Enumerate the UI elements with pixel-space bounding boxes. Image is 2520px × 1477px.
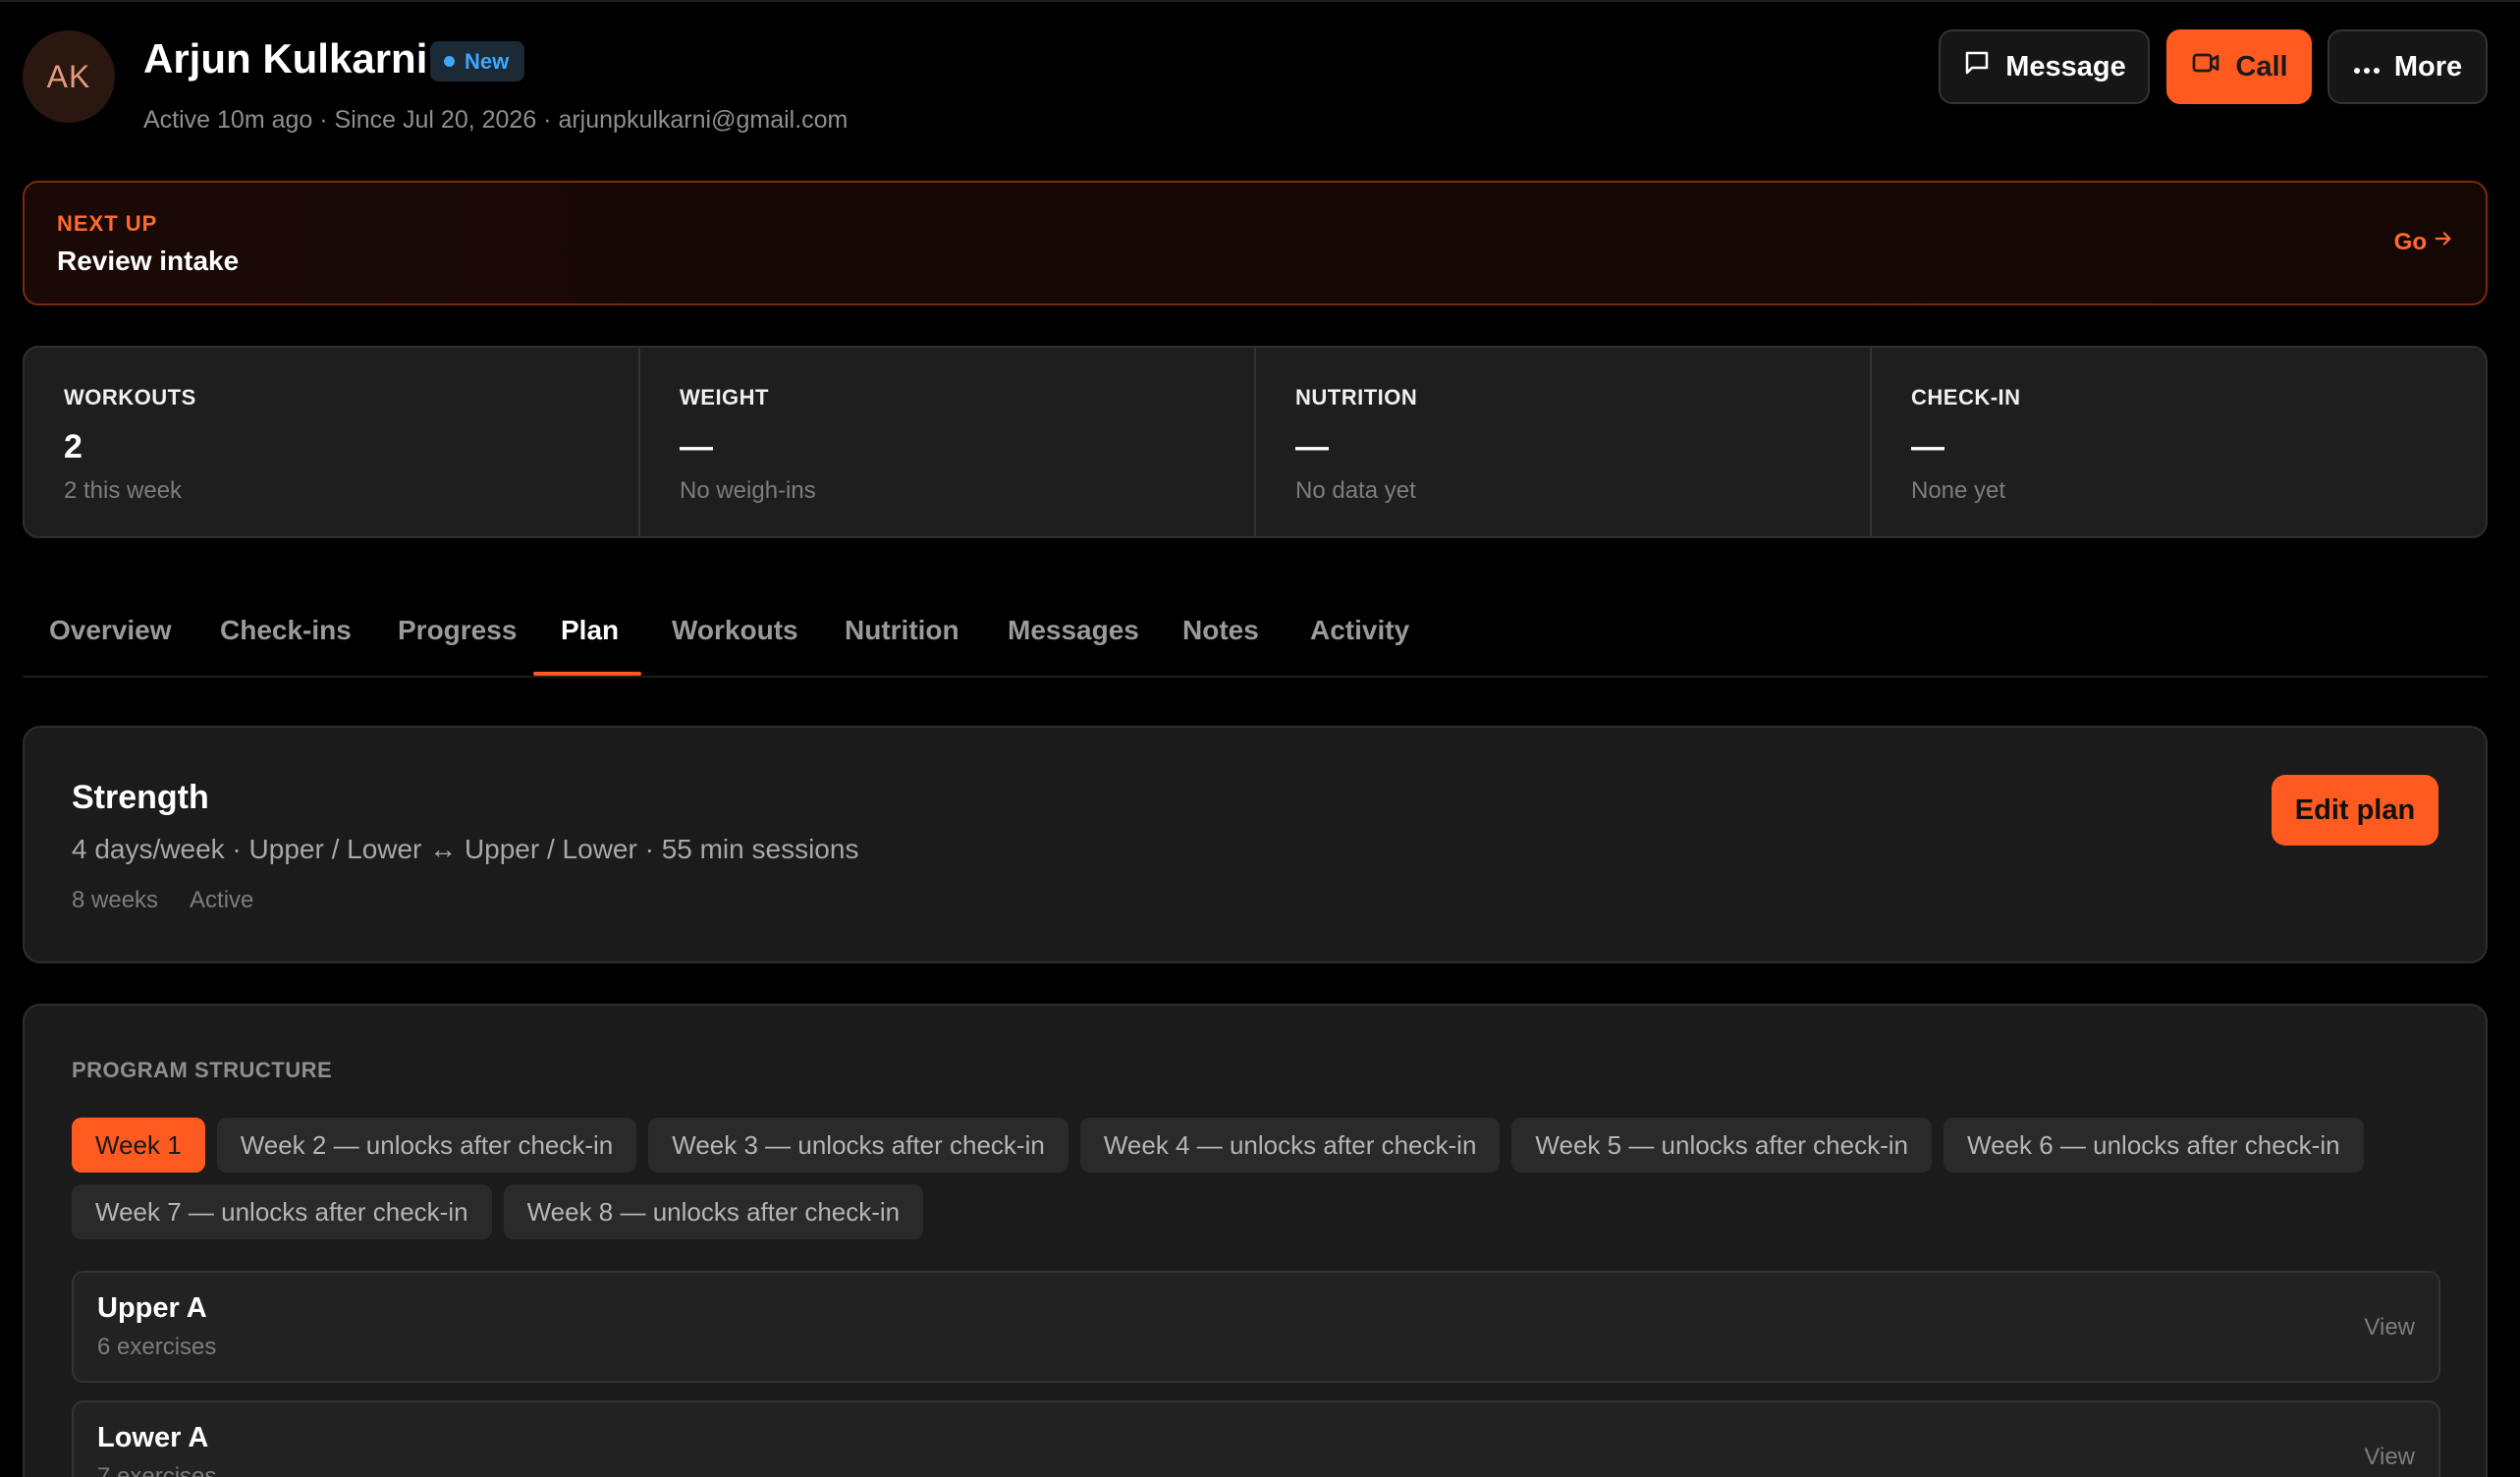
- tab-bar: Overview Check-ins Progress Plan Workout…: [23, 589, 2488, 678]
- active-tab-indicator: [533, 672, 641, 676]
- plan-duration: 8 weeks: [72, 887, 159, 913]
- stat-label: WEIGHT: [680, 385, 769, 410]
- call-button-label: Call: [2235, 50, 2288, 82]
- edit-plan-button[interactable]: Edit plan: [2272, 775, 2438, 846]
- avatar: AK: [23, 30, 115, 123]
- week-chip-4[interactable]: Week 4 — unlocks after check-in: [1079, 1118, 1501, 1173]
- stats-panel: WORKOUTS 2 2 this week WEIGHT — No weigh…: [23, 346, 2488, 538]
- session-name: Lower A: [97, 1422, 209, 1453]
- week-chips: Week 1 Week 2 — unlocks after check-in W…: [72, 1118, 2429, 1239]
- stat-sub: 2 this week: [64, 477, 183, 504]
- message-button[interactable]: Message: [1939, 29, 2150, 104]
- top-border: [0, 0, 2520, 2]
- tab-activity[interactable]: Activity: [1310, 615, 1409, 646]
- stat-label: NUTRITION: [1295, 385, 1418, 410]
- arrow-right-icon: [2433, 228, 2454, 256]
- stat-sub: No data yet: [1295, 477, 1416, 504]
- status-badge: New: [430, 41, 525, 82]
- more-dots-icon: [2353, 51, 2381, 83]
- week-chip-5[interactable]: Week 5 — unlocks after check-in: [1511, 1118, 1932, 1173]
- tab-check-ins[interactable]: Check-ins: [220, 615, 352, 646]
- stat-nutrition: NUTRITION — No data yet: [1256, 348, 1872, 536]
- stat-sub: None yet: [1911, 477, 2006, 504]
- plan-title: Strength: [72, 779, 209, 816]
- tab-notes[interactable]: Notes: [1182, 615, 1259, 646]
- stat-value: —: [680, 428, 713, 465]
- stat-check-in: CHECK-IN — None yet: [1872, 348, 2486, 536]
- stat-value: —: [1911, 428, 1945, 465]
- avatar-initials: AK: [46, 58, 91, 94]
- session-row-lower-a[interactable]: Lower A 7 exercises View: [72, 1400, 2440, 1477]
- session-exercise-count: 7 exercises: [97, 1463, 217, 1477]
- week-chip-1[interactable]: Week 1: [72, 1118, 205, 1173]
- call-button[interactable]: Call: [2166, 29, 2312, 104]
- message-button-label: Message: [2005, 50, 2126, 82]
- tab-plan[interactable]: Plan: [561, 615, 619, 646]
- badge-dot-icon: [444, 56, 455, 67]
- client-meta: Active 10m ago · Since Jul 20, 2026 · ar…: [143, 106, 849, 134]
- week-chip-2[interactable]: Week 2 — unlocks after check-in: [216, 1118, 637, 1173]
- next-up-label: NEXT UP: [57, 211, 158, 236]
- program-structure-label: PROGRAM STRUCTURE: [72, 1058, 333, 1082]
- next-up-title: Review intake: [57, 246, 240, 276]
- session-view-link[interactable]: View: [2364, 1314, 2415, 1341]
- tab-nutrition[interactable]: Nutrition: [845, 615, 959, 646]
- stat-workouts: WORKOUTS 2 2 this week: [25, 348, 640, 536]
- next-up-go-label: Go: [2393, 228, 2427, 255]
- tab-progress[interactable]: Progress: [398, 615, 517, 646]
- program-structure-card: PROGRAM STRUCTURE Week 1 Week 2 — unlock…: [23, 1004, 2488, 1477]
- session-exercise-count: 6 exercises: [97, 1334, 217, 1360]
- client-name: Arjun Kulkarni: [143, 35, 428, 82]
- session-row-upper-a[interactable]: Upper A 6 exercises View: [72, 1271, 2440, 1383]
- session-name: Upper A: [97, 1292, 207, 1324]
- tab-workouts[interactable]: Workouts: [672, 615, 798, 646]
- video-camera-icon: [2190, 47, 2221, 86]
- plan-tags: 8 weeks Active: [72, 887, 253, 914]
- stat-label: CHECK-IN: [1911, 385, 2021, 410]
- message-icon: [1962, 48, 1992, 85]
- session-view-link[interactable]: View: [2364, 1444, 2415, 1471]
- next-up-go-link[interactable]: Go: [2394, 228, 2454, 256]
- plan-description: 4 days/week · Upper / Lower ↔ Upper / Lo…: [72, 834, 859, 864]
- next-up-banner: NEXT UP Review intake Go: [23, 181, 2488, 305]
- stat-label: WORKOUTS: [64, 385, 196, 410]
- stat-sub: No weigh-ins: [680, 477, 816, 504]
- tab-messages[interactable]: Messages: [1008, 615, 1139, 646]
- stat-weight: WEIGHT — No weigh-ins: [640, 348, 1256, 536]
- plan-card: Strength 4 days/week · Upper / Lower ↔ U…: [23, 726, 2488, 963]
- stat-value: 2: [64, 428, 82, 465]
- more-button[interactable]: More: [2328, 29, 2488, 104]
- week-chip-8[interactable]: Week 8 — unlocks after check-in: [503, 1184, 924, 1239]
- stat-value: —: [1295, 428, 1329, 465]
- week-chip-7[interactable]: Week 7 — unlocks after check-in: [72, 1184, 492, 1239]
- week-chip-3[interactable]: Week 3 — unlocks after check-in: [648, 1118, 1068, 1173]
- tab-overview[interactable]: Overview: [49, 615, 172, 646]
- more-button-label: More: [2393, 50, 2463, 82]
- plan-status: Active: [190, 887, 254, 913]
- week-chip-6[interactable]: Week 6 — unlocks after check-in: [1944, 1118, 2364, 1173]
- status-badge-label: New: [465, 48, 510, 74]
